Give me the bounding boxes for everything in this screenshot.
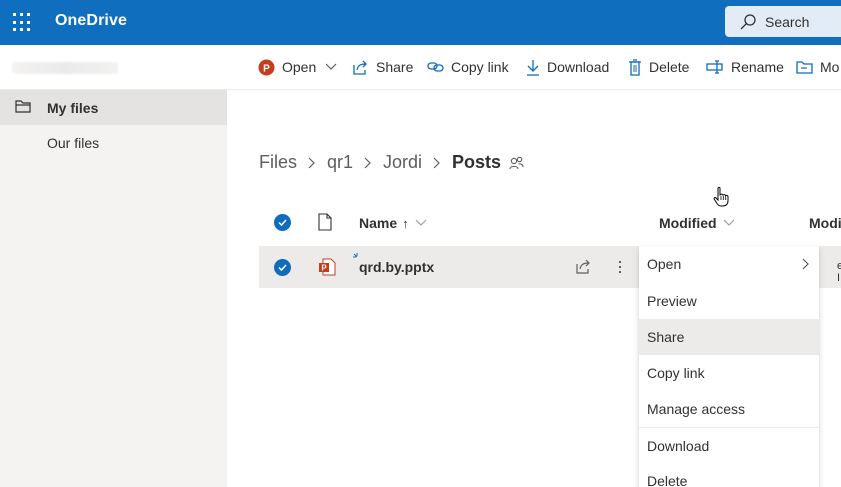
list-header: Name ↑ Modified Modi <box>259 203 841 243</box>
delete-button[interactable]: Delete <box>628 45 689 89</box>
share-label: Share <box>376 59 414 75</box>
hand-cursor-icon <box>713 187 729 207</box>
menu-item-label: Download <box>647 438 710 454</box>
chevron-down-icon <box>723 219 734 226</box>
copy-link-button[interactable]: Copy link <box>427 45 509 89</box>
menu-item-label: Share <box>647 329 685 345</box>
menu-item-share[interactable]: Share <box>639 319 819 355</box>
powerpoint-icon: P <box>258 59 275 75</box>
open-label: Open <box>282 59 317 75</box>
open-button[interactable]: P Open <box>258 45 344 89</box>
chevron-right-icon <box>433 157 440 168</box>
search-icon <box>740 13 756 29</box>
checkmark-icon <box>278 264 287 271</box>
nav-item-our-files[interactable]: Our files <box>0 125 227 160</box>
select-all-checkbox[interactable] <box>274 214 291 231</box>
row-checkbox[interactable] <box>274 259 291 276</box>
link-icon <box>427 62 444 72</box>
rename-icon <box>706 60 723 74</box>
sort-ascending-icon: ↑ <box>402 215 409 231</box>
menu-item-delete[interactable]: Delete <box>639 463 819 487</box>
column-header-name[interactable]: Name ↑ <box>359 215 427 231</box>
more-actions-icon[interactable] <box>613 257 627 277</box>
rename-button[interactable]: Rename <box>706 45 784 89</box>
context-menu: Open Preview Share Copy link Manage acce… <box>639 246 819 487</box>
column-name-label: Name <box>359 215 398 231</box>
chevron-down-icon[interactable] <box>325 63 337 71</box>
menu-item-manage-access[interactable]: Manage access <box>639 391 819 427</box>
command-bar: P Open Share Copy link Download Delete R… <box>0 45 841 90</box>
chevron-right-icon <box>364 157 371 168</box>
modified-by-cell: eter I <box>837 260 841 284</box>
app-title[interactable]: OneDrive <box>55 12 127 30</box>
file-name[interactable]: qrd.by.pptx <box>359 259 434 275</box>
menu-item-label: Open <box>647 256 682 272</box>
menu-item-label: Preview <box>647 293 697 309</box>
menu-item-label: Delete <box>647 473 688 487</box>
file-type-icon[interactable] <box>318 213 332 231</box>
nav-item-my-files[interactable]: My files <box>0 90 227 125</box>
move-to-label: Mo <box>820 59 840 75</box>
breadcrumb: Files qr1 Jordi Posts <box>259 152 524 173</box>
trash-icon <box>629 58 641 76</box>
download-icon <box>527 59 539 76</box>
folder-icon <box>15 100 31 113</box>
breadcrumb-qr1[interactable]: qr1 <box>327 152 353 173</box>
chevron-right-icon <box>308 157 315 168</box>
nav-item-label: My files <box>47 99 99 116</box>
breadcrumb-current: Posts <box>452 152 502 172</box>
blurred-account-label <box>12 62 118 74</box>
download-label: Download <box>547 59 610 75</box>
svg-text:P: P <box>263 63 270 74</box>
chevron-down-icon <box>415 219 427 226</box>
column-header-modified-by[interactable]: Modi <box>809 215 841 231</box>
search-box[interactable]: Search <box>725 6 841 37</box>
nav-item-label: Our files <box>47 134 100 151</box>
move-folder-icon <box>796 61 813 74</box>
column-modified-label: Modified <box>659 215 717 231</box>
people-icon <box>509 156 524 169</box>
move-to-button[interactable]: Mo <box>796 45 839 89</box>
breadcrumb-files[interactable]: Files <box>259 152 297 173</box>
menu-item-open[interactable]: Open <box>639 246 819 282</box>
search-placeholder: Search <box>765 13 810 30</box>
breadcrumb-jordi[interactable]: Jordi <box>383 152 422 173</box>
menu-item-label: Copy link <box>647 365 705 381</box>
download-button[interactable]: Download <box>526 45 609 89</box>
menu-item-download[interactable]: Download <box>639 428 819 464</box>
powerpoint-file-icon: P <box>319 258 336 276</box>
delete-label: Delete <box>649 59 690 75</box>
menu-item-copy-link[interactable]: Copy link <box>639 355 819 391</box>
app-launcher-icon[interactable] <box>12 12 33 33</box>
share-button[interactable]: Share <box>352 45 413 89</box>
menu-item-preview[interactable]: Preview <box>639 283 819 319</box>
svg-text:P: P <box>321 264 327 273</box>
share-icon[interactable] <box>575 258 592 274</box>
copy-link-label: Copy link <box>451 59 509 75</box>
menu-item-label: Manage access <box>647 401 746 417</box>
column-header-modified[interactable]: Modified <box>659 215 735 231</box>
share-icon <box>353 60 367 75</box>
chevron-right-icon <box>802 258 809 270</box>
rename-label: Rename <box>731 59 784 75</box>
checkmark-icon <box>278 219 287 226</box>
top-bar: OneDrive Search <box>0 0 841 45</box>
left-nav: My files Our files <box>0 90 227 487</box>
